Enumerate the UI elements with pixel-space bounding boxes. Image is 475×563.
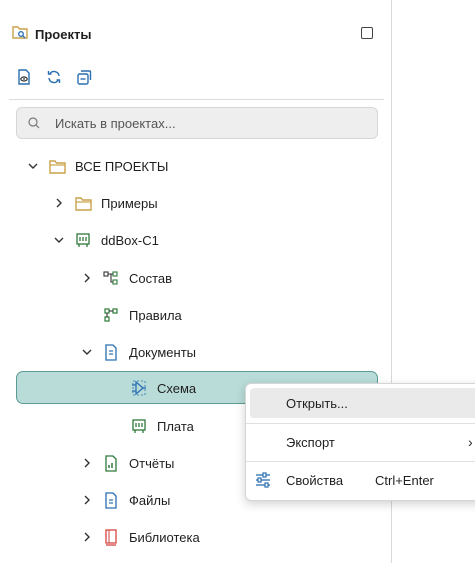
- library-icon: [102, 528, 120, 546]
- chevron-down-icon[interactable]: [80, 345, 94, 359]
- search-input[interactable]: [53, 114, 357, 132]
- collapse-icon: [77, 70, 92, 85]
- document-icon: [102, 343, 120, 361]
- tree-item-schema[interactable]: Схема: [130, 376, 196, 400]
- menu-item-properties[interactable]: Свойства Ctrl+Enter: [250, 465, 475, 495]
- menu-item-label: Открыть...: [286, 395, 348, 411]
- menu-item-open[interactable]: Открыть...: [250, 388, 475, 418]
- tree-item-project[interactable]: ddBox-C1: [52, 228, 159, 252]
- tree-item-board[interactable]: Плата: [130, 414, 194, 438]
- tree-item-label: ВСЕ ПРОЕКТЫ: [75, 158, 169, 174]
- projects-icon: [11, 23, 29, 46]
- menu-separator: [246, 423, 475, 424]
- board-icon: [130, 417, 148, 435]
- tree-item-library[interactable]: Библиотека: [80, 525, 200, 549]
- panel-toolbar: [14, 66, 94, 88]
- refresh-icon: [47, 70, 61, 84]
- chevron-right-icon[interactable]: [80, 271, 94, 285]
- file-icon: [102, 491, 120, 509]
- tree-item-label: Библиотека: [129, 529, 200, 545]
- menu-item-label: Экспорт: [286, 434, 335, 450]
- refresh-button[interactable]: [44, 67, 64, 87]
- context-menu: Открыть... Экспорт › Свойства Ctrl+Enter: [245, 383, 475, 501]
- search-icon: [27, 116, 43, 130]
- menu-item-shortcut: Ctrl+Enter: [375, 472, 434, 488]
- chevron-down-icon[interactable]: [52, 233, 66, 247]
- menu-item-export[interactable]: Экспорт ›: [250, 427, 475, 457]
- preview-icon: [18, 69, 30, 85]
- tree-item-examples[interactable]: Примеры: [52, 191, 158, 215]
- rules-icon: [102, 306, 120, 324]
- tree-item-label: Правила: [129, 307, 182, 323]
- menu-separator: [246, 461, 475, 462]
- chevron-right-icon: ›: [468, 434, 473, 450]
- tree-item-reports[interactable]: Отчёты: [80, 451, 174, 475]
- tree-item-label: Состав: [129, 270, 173, 286]
- tree-item-files[interactable]: Файлы: [80, 488, 170, 512]
- tree-item-composition[interactable]: Состав: [80, 266, 172, 290]
- tree-item-label: Документы: [129, 344, 197, 360]
- folder-icon: [74, 194, 92, 212]
- search-box: [16, 107, 378, 139]
- maximize-button[interactable]: [361, 27, 373, 39]
- tree-item-label: Примеры: [101, 195, 158, 211]
- schematic-icon: [130, 379, 148, 397]
- tree-item-all-projects[interactable]: ВСЕ ПРОЕКТЫ: [26, 154, 168, 178]
- collapse-all-button[interactable]: [74, 67, 94, 87]
- tree-item-label: ddBox-C1: [101, 232, 159, 248]
- chevron-right-icon[interactable]: [80, 456, 94, 470]
- preview-button[interactable]: [14, 67, 34, 87]
- folder-icon: [48, 157, 66, 175]
- chevron-right-icon[interactable]: [80, 530, 94, 544]
- reports-icon: [102, 454, 120, 472]
- chevron-right-icon[interactable]: [52, 196, 66, 210]
- tree-item-label: Плата: [157, 418, 194, 434]
- panel-header: Проекты: [11, 22, 381, 46]
- board-icon: [74, 231, 92, 249]
- settings-sliders-icon: [254, 471, 272, 492]
- tree-item-label: Схема: [157, 380, 197, 396]
- tree-item-label: Файлы: [129, 492, 171, 508]
- menu-item-label: Свойства: [286, 472, 344, 488]
- composition-icon: [102, 269, 120, 287]
- chevron-down-icon[interactable]: [26, 159, 40, 173]
- tree-item-documents[interactable]: Документы: [80, 340, 196, 364]
- panel-title: Проекты: [35, 26, 92, 42]
- tree-item-label: Отчёты: [129, 455, 175, 471]
- chevron-right-icon[interactable]: [80, 493, 94, 507]
- tree-item-rules[interactable]: Правила: [102, 303, 182, 327]
- toolbar-divider: [9, 99, 384, 100]
